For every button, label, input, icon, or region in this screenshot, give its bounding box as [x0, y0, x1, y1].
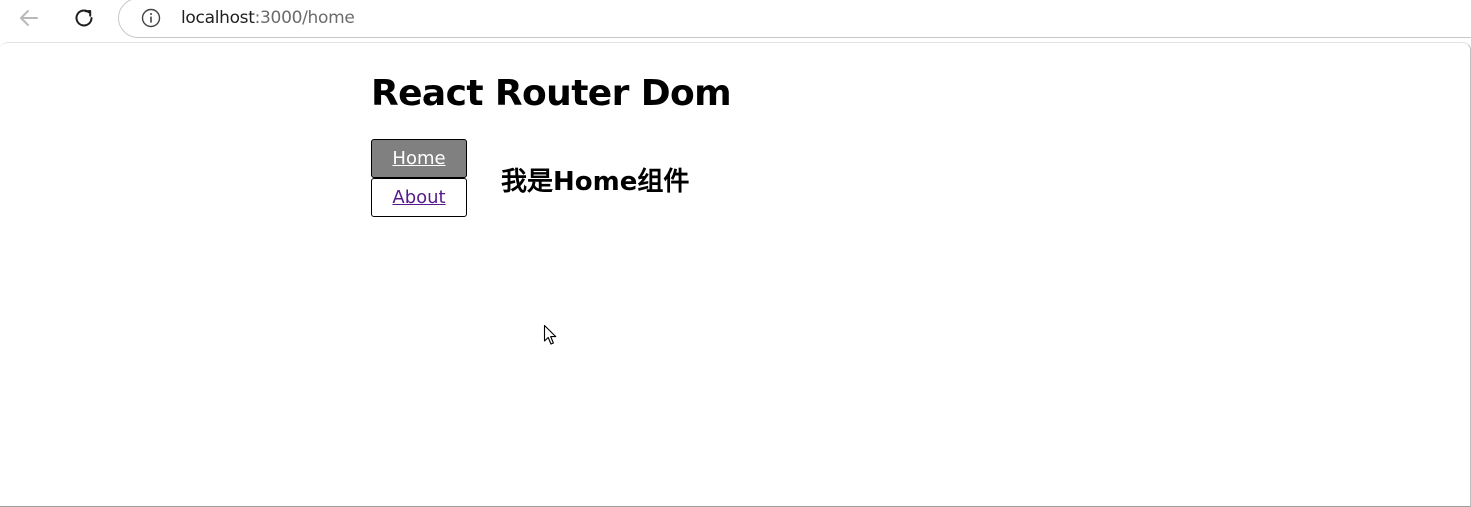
- mouse-cursor-icon: [543, 324, 557, 345]
- info-icon: [141, 8, 161, 28]
- route-nav: Home About: [371, 139, 467, 217]
- site-info-button[interactable]: [141, 8, 161, 28]
- nav-link-home[interactable]: Home: [371, 139, 467, 178]
- nav-link-about[interactable]: About: [371, 178, 467, 217]
- page-viewport: [0, 42, 1471, 507]
- reload-icon: [75, 9, 93, 27]
- back-button[interactable]: [16, 5, 42, 31]
- url-host: localhost: [181, 8, 255, 28]
- reload-button[interactable]: [71, 5, 97, 31]
- home-component-heading: 我是Home组件: [501, 167, 690, 197]
- arrow-left-icon: [20, 10, 38, 26]
- browser-toolbar: localhost:3000/home: [0, 0, 1471, 38]
- page-title: React Router Dom: [371, 73, 732, 114]
- url-text[interactable]: localhost:3000/home: [181, 8, 355, 28]
- url-path: :3000/home: [254, 8, 355, 28]
